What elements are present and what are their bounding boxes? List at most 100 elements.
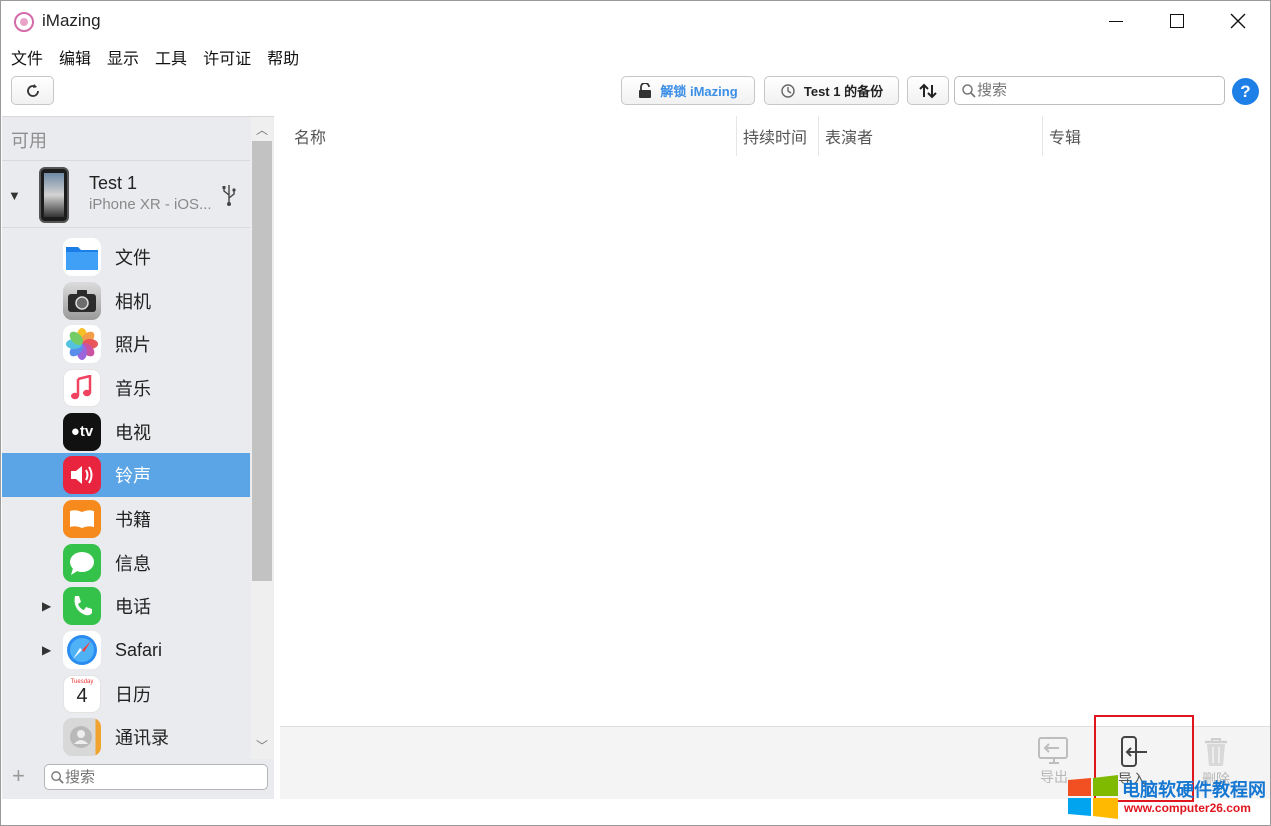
unlock-label: 解锁 iMazing (660, 84, 738, 99)
help-button[interactable]: ? (1232, 78, 1259, 105)
menu-bar: 文件 编辑 显示 工具 许可证 帮助 (1, 41, 305, 69)
sidebar-item-label: 电话 (115, 597, 151, 618)
refresh-button[interactable] (11, 76, 54, 105)
sidebar-item-label: 书籍 (115, 509, 151, 530)
sidebar-item-music[interactable]: 音乐 (2, 366, 250, 410)
backup-button[interactable]: Test 1 的备份 (764, 76, 899, 105)
sidebar-item-contacts[interactable]: 通讯录 (2, 716, 250, 759)
calendar-icon: Tuesday 4 (63, 674, 101, 713)
menu-tools[interactable]: 工具 (155, 41, 187, 69)
expand-arrow-icon[interactable]: ▶ (42, 599, 51, 613)
ringtone-icon (63, 456, 101, 495)
expand-arrow-icon[interactable]: ▶ (42, 643, 51, 657)
up-down-arrows-icon (919, 83, 937, 98)
menu-license[interactable]: 许可证 (203, 41, 251, 69)
maximize-icon (1170, 14, 1184, 28)
usb-icon (222, 183, 236, 213)
column-header-duration[interactable]: 持续时间 (737, 116, 819, 156)
scroll-down-icon[interactable]: ﹀ (256, 737, 268, 754)
column-header-album[interactable]: 专辑 (1043, 116, 1268, 156)
camera-icon (63, 281, 101, 320)
menu-file[interactable]: 文件 (11, 41, 43, 69)
sidebar-item-label: 电视 (115, 422, 151, 443)
minimize-icon (1109, 20, 1123, 22)
sidebar-item-label: 相机 (115, 291, 151, 312)
minimize-button[interactable] (1086, 1, 1146, 41)
messages-icon (63, 543, 101, 582)
toolbar: 解锁 iMazing Test 1 的备份 ? (1, 71, 1270, 113)
export-label: 导出 (1040, 769, 1068, 785)
close-icon (1230, 13, 1246, 29)
sidebar-item-tv[interactable]: ●tv 电视 (2, 410, 250, 454)
iphone-icon (39, 167, 69, 223)
music-icon (63, 368, 101, 407)
search-icon (51, 770, 64, 784)
sidebar-item-camera[interactable]: 相机 (2, 279, 250, 323)
watermark-url: www.computer26.com (1124, 801, 1251, 815)
sidebar: 可用 ▼ Test 1 iPhone XR - iOS... 文件 相机 照片 … (2, 116, 274, 759)
device-collapse-arrow-icon[interactable]: ▼ (8, 188, 21, 203)
sidebar-heading: 可用 (11, 131, 47, 151)
add-icon[interactable]: + (12, 763, 25, 789)
sidebar-search-input[interactable] (65, 768, 255, 786)
sidebar-item-label: 信息 (115, 553, 151, 574)
trash-icon (1205, 738, 1227, 766)
sidebar-item-files[interactable]: 文件 (2, 235, 250, 279)
phone-icon (63, 587, 101, 626)
sidebar-item-ringtones[interactable]: 铃声 (2, 453, 250, 498)
ringtones-table: 名称 持续时间 表演者 专辑 (280, 116, 1270, 726)
sidebar-item-label: 日历 (115, 684, 151, 705)
sidebar-item-calendar[interactable]: Tuesday 4 日历 (2, 672, 250, 716)
column-header-name[interactable]: 名称 (288, 116, 737, 156)
maximize-button[interactable] (1147, 1, 1207, 41)
safari-icon (63, 631, 101, 670)
unlock-imazing-button[interactable]: 解锁 iMazing (621, 76, 755, 105)
sidebar-item-label: 铃声 (115, 466, 151, 487)
device-row[interactable]: ▼ Test 1 iPhone XR - iOS... (2, 160, 250, 228)
lock-icon (638, 82, 652, 99)
watermark: 电脑软硬件教程网 www.computer26.com (1066, 774, 1266, 822)
app-window: iMazing 文件 编辑 显示 工具 许可证 帮助 解锁 iMazing Te… (0, 0, 1271, 826)
scrollbar-thumb[interactable] (252, 141, 272, 581)
column-header-artist[interactable]: 表演者 (819, 116, 1043, 156)
search-icon (962, 83, 976, 98)
top-search-field[interactable] (954, 76, 1225, 105)
calendar-day: 4 (76, 684, 88, 707)
menu-edit[interactable]: 编辑 (59, 41, 91, 69)
sidebar-item-label: Safari (115, 639, 163, 660)
watermark-text: 电脑软硬件教程网 (1122, 780, 1266, 800)
menu-help[interactable]: 帮助 (267, 41, 299, 69)
sidebar-item-label: 照片 (115, 335, 151, 356)
books-icon (63, 499, 101, 538)
backup-label: Test 1 的备份 (803, 84, 884, 99)
history-icon (780, 83, 796, 99)
sidebar-search-field[interactable] (44, 764, 268, 790)
sidebar-item-safari[interactable]: ▶ Safari (2, 628, 250, 672)
refresh-icon (26, 83, 39, 97)
sidebar-item-phone[interactable]: ▶ 电话 (2, 585, 250, 629)
sidebar-item-label: 通讯录 (115, 728, 169, 749)
device-name: Test 1 (89, 173, 138, 193)
sidebar-app-list: 文件 相机 照片 音乐 ●tv 电视 铃声 书籍 信息 ▶ 电话 ▶ Safar… (2, 235, 250, 759)
imazing-logo-icon (14, 12, 34, 32)
photos-icon (63, 325, 101, 364)
close-button[interactable] (1208, 1, 1268, 41)
scroll-up-icon[interactable]: ︿ (256, 121, 268, 138)
files-icon (63, 237, 101, 276)
sidebar-footer: + (2, 759, 274, 799)
sidebar-item-label: 文件 (115, 247, 151, 268)
top-search-input[interactable] (977, 82, 1207, 99)
sidebar-item-label: 音乐 (115, 378, 151, 399)
transfer-sort-button[interactable] (907, 76, 949, 105)
sidebar-scrollbar[interactable]: ︿ ﹀ (251, 117, 273, 759)
device-model: iPhone XR - iOS... (89, 196, 212, 213)
sidebar-item-messages[interactable]: 信息 (2, 541, 250, 585)
sidebar-item-books[interactable]: 书籍 (2, 497, 250, 541)
contacts-icon (63, 718, 101, 757)
window-title: iMazing (42, 11, 101, 30)
sidebar-item-photos[interactable]: 照片 (2, 322, 250, 366)
title-bar: iMazing (1, 1, 1270, 41)
menu-view[interactable]: 显示 (107, 41, 139, 69)
tv-icon: ●tv (63, 412, 101, 451)
windows-logo-icon (1068, 775, 1118, 819)
